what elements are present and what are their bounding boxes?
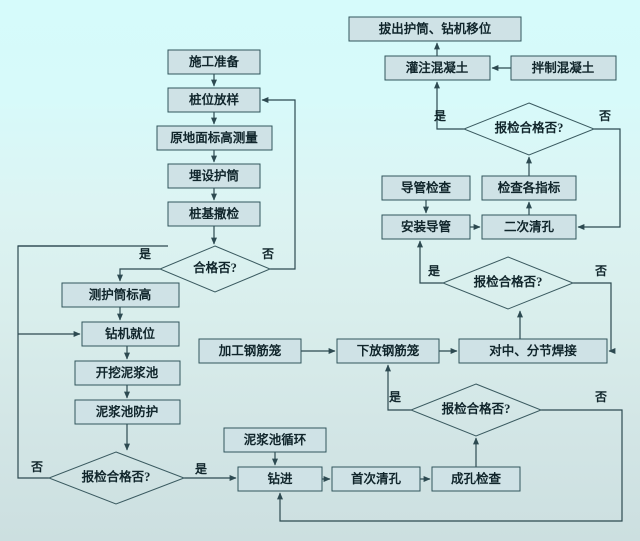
node-embed-casing[interactable]: 埋设护筒: [167, 163, 261, 189]
edge-check2-no-vert: [17, 245, 80, 479]
node-excavate-slurry-pit[interactable]: 开挖泥浆池: [74, 360, 181, 386]
edge-label-no-check5: 否: [598, 109, 611, 123]
node-label: 泥浆池防护: [96, 404, 159, 419]
node-check-indicators[interactable]: 检查各指标: [481, 175, 577, 201]
node-pour-concrete[interactable]: 灌注混凝土: [384, 55, 491, 81]
node-fabricate-rebar-cage[interactable]: 加工钢筋笼: [198, 338, 302, 364]
node-slurry-pit-protection[interactable]: 泥浆池防护: [74, 399, 181, 425]
node-slurry-pit-circulation[interactable]: 泥浆池循环: [223, 427, 327, 453]
edge-label-yes-check5: 是: [433, 109, 447, 123]
node-label: 钻进: [267, 471, 293, 486]
node-lower-rebar-cage[interactable]: 下放钢筋笼: [336, 338, 440, 364]
node-label: 测护筒标高: [89, 287, 152, 302]
edge-check1-no-loop: [261, 97, 296, 270]
node-label: 报检合格否?: [442, 401, 511, 416]
node-label: 安装导管: [401, 219, 451, 234]
node-label: 泥浆池循环: [244, 432, 307, 447]
decision-inspection-qualified-1[interactable]: 报检合格否?: [47, 451, 186, 505]
node-label: 导管检查: [401, 180, 452, 195]
node-label: 开挖泥浆池: [96, 365, 159, 380]
node-ground-elevation-measure[interactable]: 原地面标高测量: [156, 125, 273, 151]
flowchart-canvas: 施工准备 桩位放样 原地面标高测量 埋设护筒 桩基撒检 合格否? 测护筒标高 钻…: [0, 0, 640, 541]
edge-label-no-check2: 否: [30, 460, 43, 474]
node-label: 加工钢筋笼: [218, 343, 282, 358]
node-layer: 施工准备 桩位放样 原地面标高测量 埋设护筒 桩基撒检 合格否? 测护筒标高 钻…: [47, 16, 617, 505]
edge-label-yes-check2: 是: [194, 462, 208, 476]
node-label: 成孔检查: [451, 471, 502, 486]
node-label: 拔出护筒、钻机移位: [379, 21, 492, 36]
node-label: 拌制混凝土: [532, 60, 595, 75]
node-label: 检查各指标: [498, 180, 561, 195]
node-label: 埋设护筒: [189, 168, 239, 183]
node-second-hole-cleaning[interactable]: 二次清孔: [481, 214, 577, 240]
node-label: 报检合格否?: [495, 120, 564, 135]
edge-label-yes-check3: 是: [388, 390, 402, 404]
node-mix-concrete[interactable]: 拌制混凝土: [510, 55, 617, 81]
decision-inspection-qualified-2[interactable]: 报检合格否?: [409, 383, 543, 437]
node-measure-casing-elevation[interactable]: 测护筒标高: [61, 282, 180, 308]
node-construction-prep[interactable]: 施工准备: [167, 49, 261, 75]
node-pull-casing-move-rig[interactable]: 拔出护筒、钻机移位: [348, 16, 522, 42]
flowchart-svg: 施工准备 桩位放样 原地面标高测量 埋设护筒 桩基撒检 合格否? 测护筒标高 钻…: [17, 16, 623, 522]
edge-label-no-check4: 否: [594, 264, 607, 278]
edge-check5-no-loop: [577, 128, 621, 230]
node-label: 合格否?: [193, 260, 237, 275]
node-pile-position-survey[interactable]: 桩位放样: [167, 87, 261, 113]
edge-label-yes-check1: 是: [138, 247, 152, 261]
edge-label-no-check3: 否: [594, 390, 607, 404]
node-label: 首次清孔: [351, 471, 402, 486]
node-label: 灌注混凝土: [405, 60, 469, 75]
node-label: 施工准备: [189, 54, 240, 69]
node-align-and-weld[interactable]: 对中、分节焊接: [458, 338, 608, 364]
node-label: 报检合格否?: [474, 274, 543, 289]
node-label: 桩位放样: [189, 92, 240, 107]
decision-inspection-qualified-4[interactable]: 报检合格否?: [462, 102, 596, 156]
node-label: 对中、分节焊接: [489, 343, 577, 358]
node-rig-positioning[interactable]: 钻机就位: [81, 321, 180, 347]
node-first-hole-cleaning[interactable]: 首次清孔: [331, 466, 421, 492]
node-pile-foundation-inspection[interactable]: 桩基撒检: [167, 201, 261, 227]
node-label: 钻机就位: [105, 326, 156, 341]
node-label: 原地面标高测量: [170, 130, 258, 145]
edge-label-yes-check4: 是: [427, 264, 441, 278]
node-hole-formation-check[interactable]: 成孔检查: [431, 466, 521, 492]
node-label: 桩基撒检: [189, 206, 240, 221]
node-install-tremie[interactable]: 安装导管: [381, 214, 471, 240]
edge-label-no-check1: 否: [261, 247, 274, 261]
node-drilling[interactable]: 钻进: [237, 466, 323, 492]
node-tremie-inspection[interactable]: 导管检查: [381, 175, 471, 201]
node-label: 下放钢筋笼: [357, 343, 420, 358]
edge-check3-no-loop: [277, 409, 623, 522]
decision-inspection-qualified-3[interactable]: 报检合格否?: [441, 256, 575, 310]
node-label: 报检合格否?: [82, 469, 151, 484]
edge-check1-yes: [117, 268, 160, 282]
node-label: 二次清孔: [504, 219, 555, 234]
